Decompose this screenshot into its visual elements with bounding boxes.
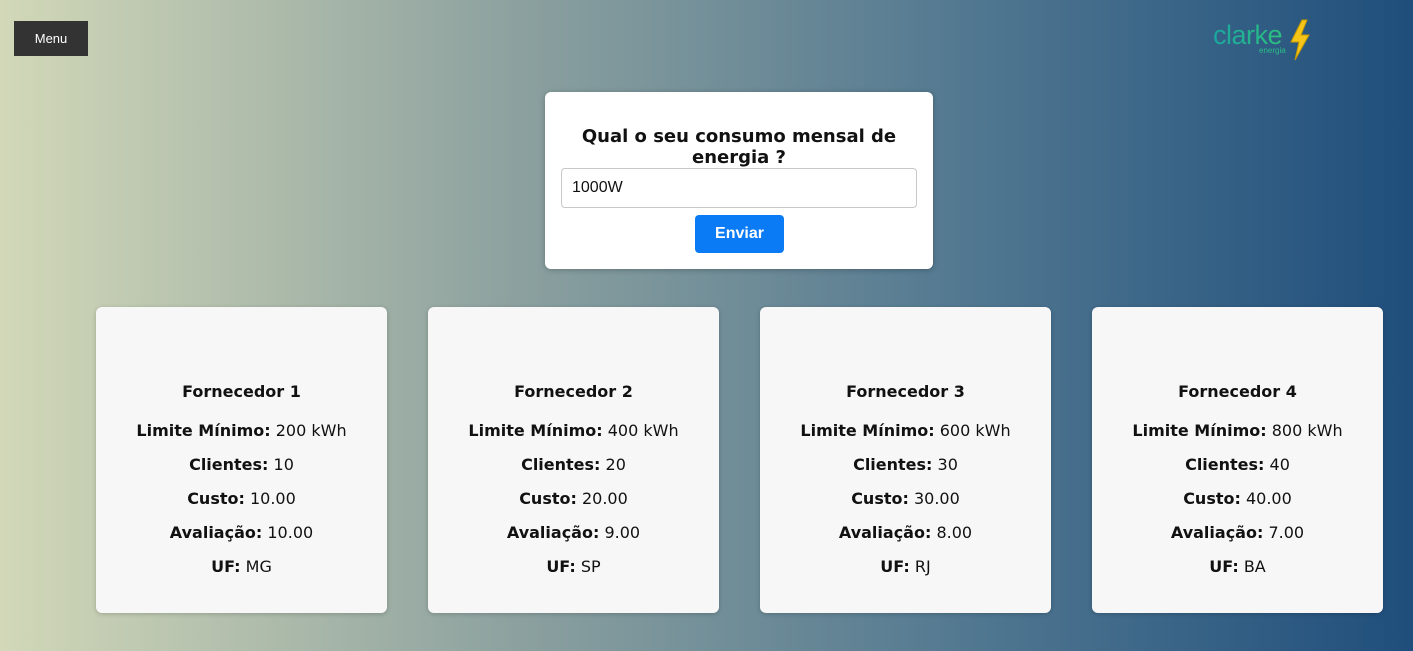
supplier-clients: Clientes: 30 (760, 455, 1051, 474)
cost-value: 20.00 (581, 489, 628, 508)
clients-value: 40 (1269, 455, 1290, 474)
supplier-card: Fornecedor 2 Limite Mínimo: 400 kWh Clie… (428, 307, 719, 613)
limit-value: 600 kWh (939, 421, 1011, 440)
supplier-uf: UF: SP (428, 557, 719, 576)
cost-value: 30.00 (913, 489, 960, 508)
consumption-input[interactable] (561, 168, 917, 208)
uf-value: BA (1243, 557, 1266, 576)
supplier-card: Fornecedor 4 Limite Mínimo: 800 kWh Clie… (1092, 307, 1383, 613)
limit-value: 400 kWh (607, 421, 679, 440)
rating-label: Avaliação: (1170, 523, 1264, 542)
supplier-limit: Limite Mínimo: 800 kWh (1092, 421, 1383, 440)
supplier-name: Fornecedor 3 (846, 382, 965, 401)
limit-label: Limite Mínimo: (468, 421, 603, 440)
limit-value: 800 kWh (1271, 421, 1343, 440)
cost-label: Custo: (1183, 489, 1241, 508)
cost-label: Custo: (851, 489, 909, 508)
supplier-cost: Custo: 30.00 (760, 489, 1051, 508)
supplier-limit: Limite Mínimo: 600 kWh (760, 421, 1051, 440)
cost-value: 40.00 (1245, 489, 1292, 508)
rating-value: 10.00 (267, 523, 314, 542)
rating-label: Avaliação: (506, 523, 600, 542)
supplier-clients: Clientes: 40 (1092, 455, 1383, 474)
consumption-form-card: Qual o seu consumo mensal de energia ? E… (545, 92, 933, 269)
rating-label: Avaliação: (169, 523, 263, 542)
cost-value: 10.00 (249, 489, 296, 508)
menu-button[interactable]: Menu (14, 21, 88, 56)
clients-value: 20 (605, 455, 626, 474)
submit-button[interactable]: Enviar (695, 215, 784, 253)
supplier-cost: Custo: 40.00 (1092, 489, 1383, 508)
supplier-rating: Avaliação: 9.00 (428, 523, 719, 542)
supplier-card: Fornecedor 1 Limite Mínimo: 200 kWh Clie… (96, 307, 387, 613)
rating-value: 8.00 (936, 523, 973, 542)
supplier-name: Fornecedor 2 (514, 382, 633, 401)
form-title: Qual o seu consumo mensal de energia ? (581, 126, 897, 168)
cost-label: Custo: (187, 489, 245, 508)
supplier-name: Fornecedor 1 (182, 382, 301, 401)
clients-label: Clientes: (853, 455, 933, 474)
clients-value: 30 (937, 455, 958, 474)
lightning-bolt-icon (1290, 19, 1310, 61)
rating-value: 7.00 (1268, 523, 1305, 542)
supplier-uf: UF: RJ (760, 557, 1051, 576)
cost-label: Custo: (519, 489, 577, 508)
uf-label: UF: (546, 557, 576, 576)
clients-value: 10 (273, 455, 294, 474)
supplier-rating: Avaliação: 7.00 (1092, 523, 1383, 542)
limit-label: Limite Mínimo: (1132, 421, 1267, 440)
supplier-uf: UF: BA (1092, 557, 1383, 576)
uf-value: RJ (914, 557, 931, 576)
supplier-name: Fornecedor 4 (1178, 382, 1297, 401)
logo-subtitle: energia (1259, 46, 1286, 55)
uf-label: UF: (211, 557, 241, 576)
uf-label: UF: (880, 557, 910, 576)
supplier-cost: Custo: 10.00 (96, 489, 387, 508)
supplier-cost: Custo: 20.00 (428, 489, 719, 508)
uf-value: SP (580, 557, 601, 576)
supplier-uf: UF: MG (96, 557, 387, 576)
supplier-limit: Limite Mínimo: 400 kWh (428, 421, 719, 440)
rating-label: Avaliação: (838, 523, 932, 542)
supplier-clients: Clientes: 10 (96, 455, 387, 474)
uf-label: UF: (1209, 557, 1239, 576)
clarke-logo: clarke energia (1212, 18, 1316, 62)
clients-label: Clientes: (1185, 455, 1265, 474)
limit-label: Limite Mínimo: (136, 421, 271, 440)
supplier-card: Fornecedor 3 Limite Mínimo: 600 kWh Clie… (760, 307, 1051, 613)
supplier-rating: Avaliação: 8.00 (760, 523, 1051, 542)
clients-label: Clientes: (189, 455, 269, 474)
uf-value: MG (245, 557, 272, 576)
supplier-limit: Limite Mínimo: 200 kWh (96, 421, 387, 440)
supplier-clients: Clientes: 20 (428, 455, 719, 474)
clients-label: Clientes: (521, 455, 601, 474)
rating-value: 9.00 (604, 523, 641, 542)
supplier-rating: Avaliação: 10.00 (96, 523, 387, 542)
limit-label: Limite Mínimo: (800, 421, 935, 440)
limit-value: 200 kWh (275, 421, 347, 440)
